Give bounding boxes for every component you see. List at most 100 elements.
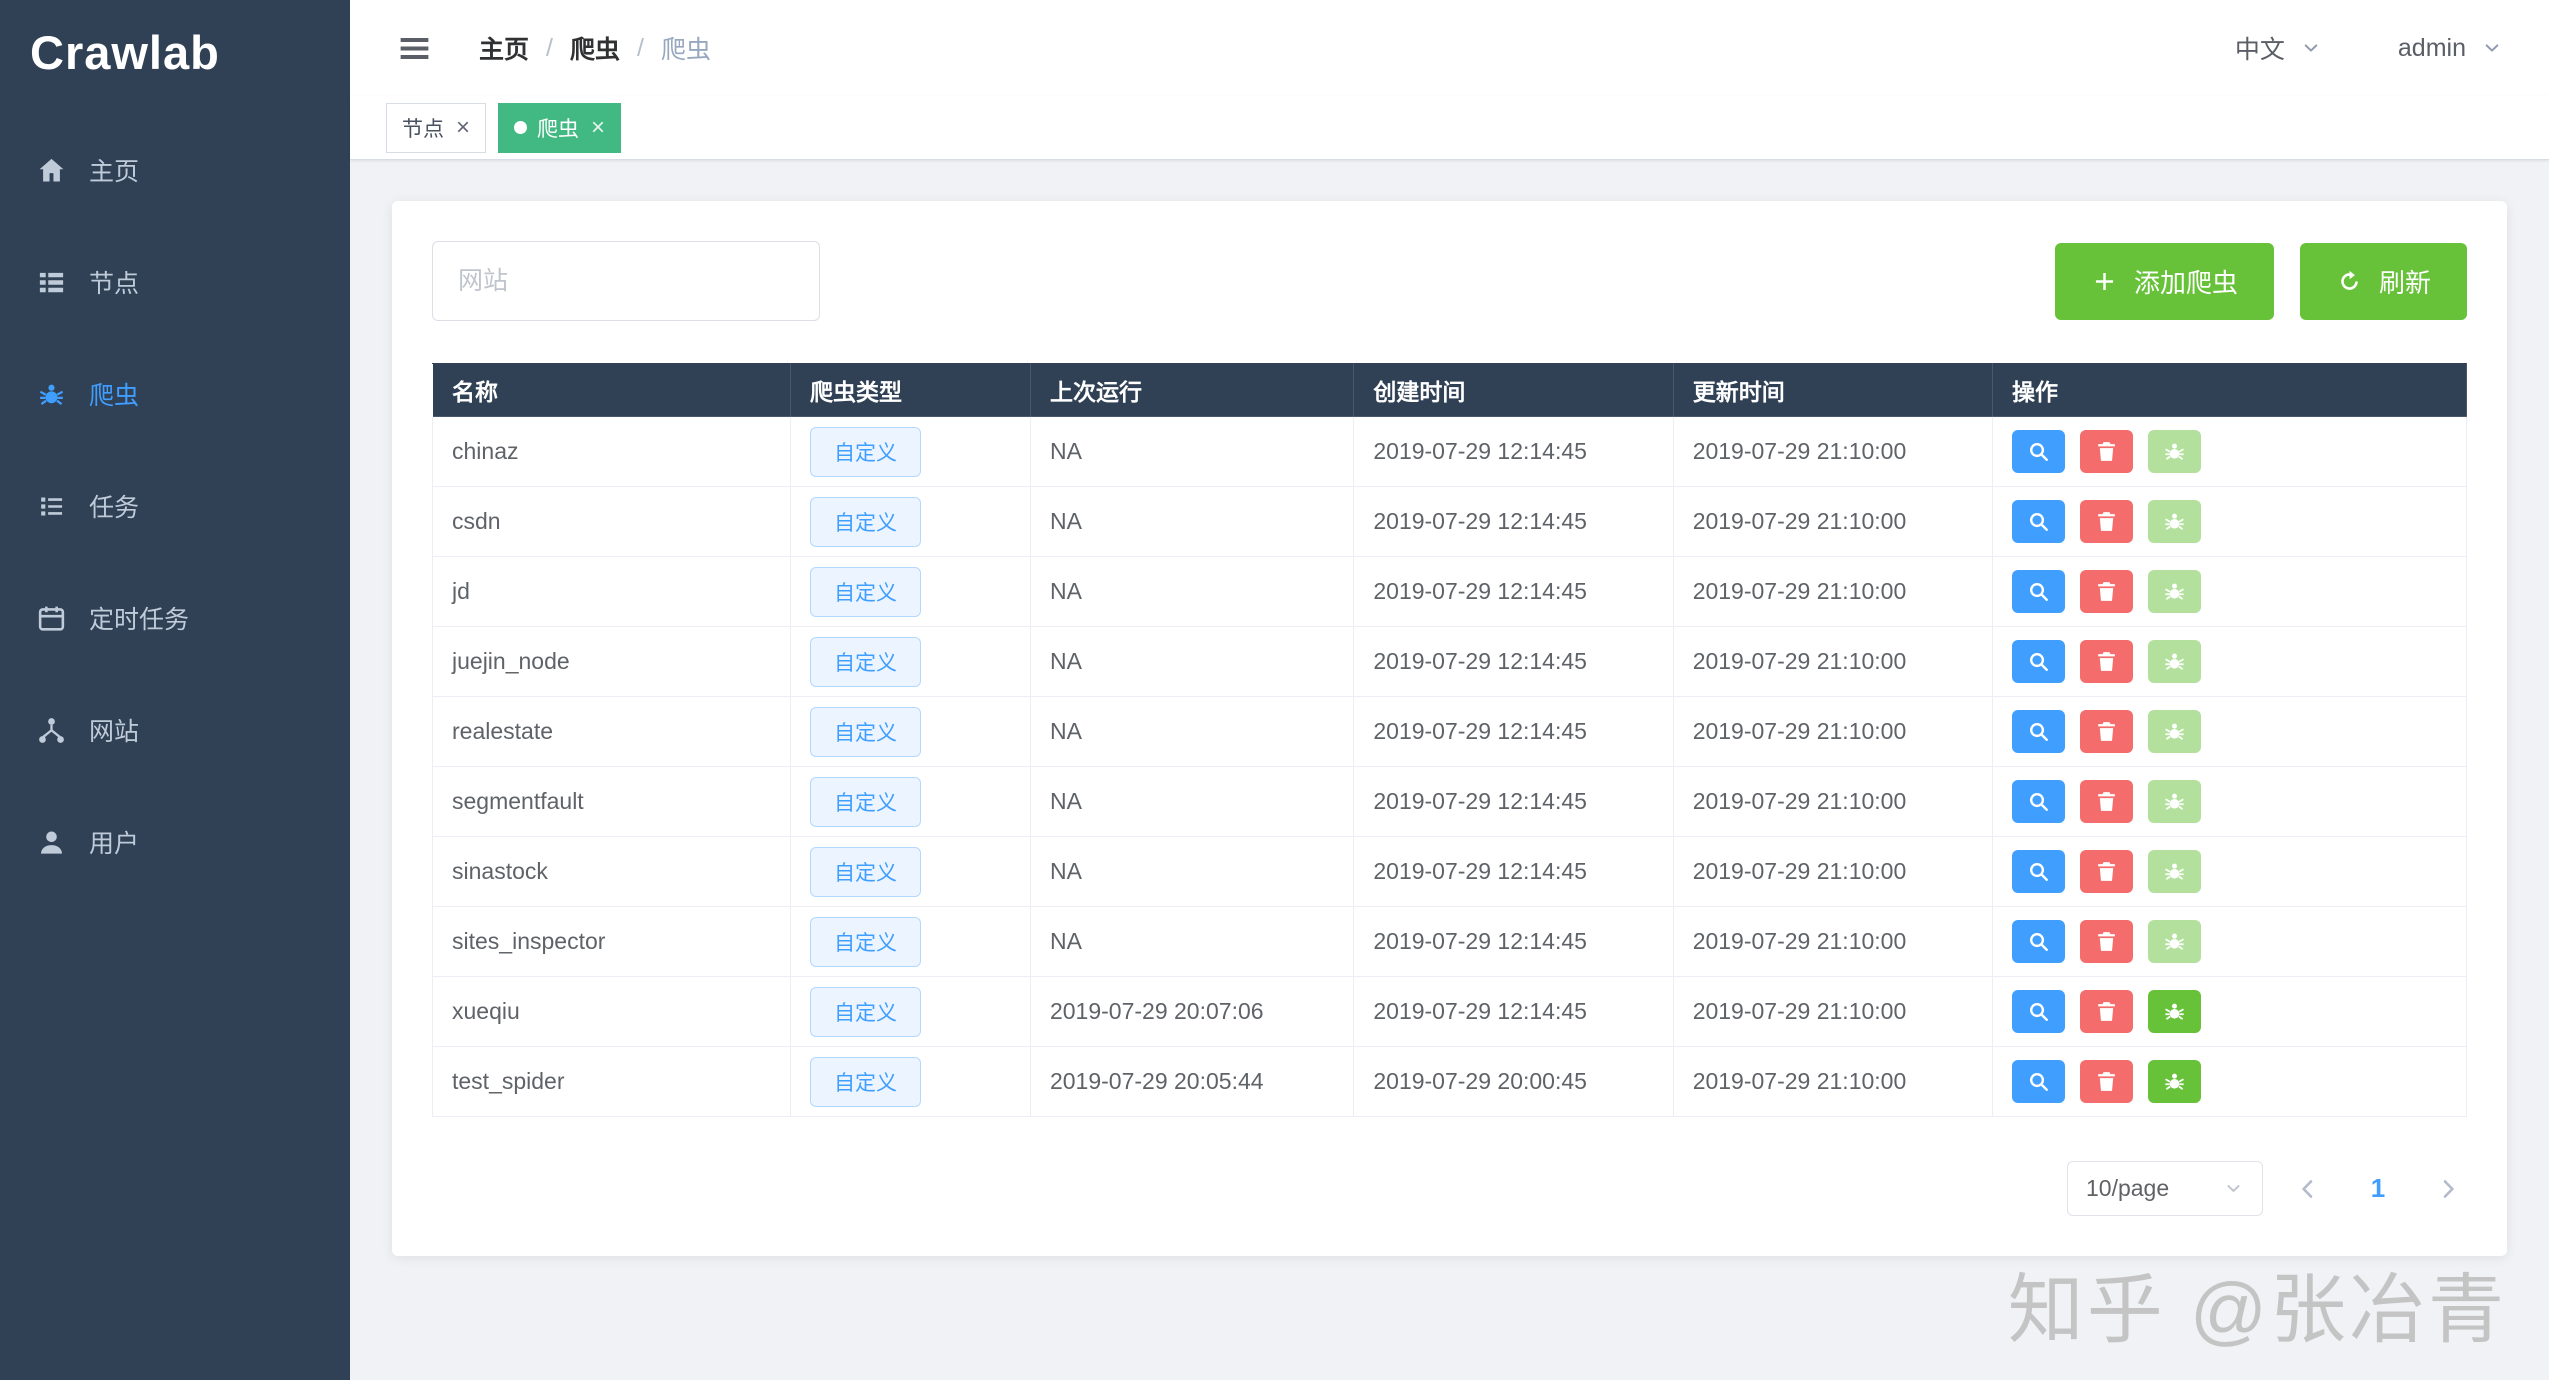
run-spider-button[interactable]	[2148, 990, 2201, 1033]
close-icon[interactable]: ×	[456, 116, 470, 140]
cell-spider-type: 自定义	[790, 627, 1030, 697]
sidebar-item-schedule[interactable]: 定时任务	[0, 562, 350, 674]
search-icon	[2026, 999, 2051, 1024]
sidebar-item-label: 网站	[89, 712, 139, 748]
cell-update-time: 2019-07-29 21:10:00	[1673, 627, 1992, 697]
cell-update-time: 2019-07-29 21:10:00	[1673, 417, 1992, 487]
sidebar-item-nodes[interactable]: 节点	[0, 226, 350, 338]
delete-spider-button[interactable]	[2080, 570, 2133, 613]
sidebar-item-home[interactable]: 主页	[0, 114, 350, 226]
tags-view-tab[interactable]: 爬虫 ×	[498, 103, 621, 153]
run-spider-button[interactable]	[2148, 850, 2201, 893]
cell-actions	[1993, 837, 2467, 907]
view-spider-button[interactable]	[2012, 640, 2065, 683]
cell-create-time: 2019-07-29 12:14:45	[1354, 417, 1673, 487]
prev-page-button[interactable]	[2289, 1170, 2327, 1208]
trash-icon	[2094, 579, 2119, 604]
tasks-icon	[36, 491, 67, 522]
trash-icon	[2094, 929, 2119, 954]
tags-view: 节点× 爬虫 ×	[350, 96, 2549, 160]
view-spider-button[interactable]	[2012, 850, 2065, 893]
cell-last-run: 2019-07-29 20:07:06	[1030, 977, 1353, 1047]
run-spider-button[interactable]	[2148, 920, 2201, 963]
spider-icon	[2162, 1069, 2187, 1094]
breadcrumb-item[interactable]: 爬虫	[570, 30, 620, 66]
cell-spider-name: realestate	[433, 697, 791, 767]
delete-spider-button[interactable]	[2080, 1060, 2133, 1103]
sidebar-item-spider[interactable]: 爬虫	[0, 338, 350, 450]
sidebar-item-tasks[interactable]: 任务	[0, 450, 350, 562]
top-header: 主页/爬虫/爬虫 中文 admin	[350, 0, 2549, 96]
run-spider-button[interactable]	[2148, 710, 2201, 753]
breadcrumb-item[interactable]: 主页	[479, 30, 529, 66]
user-menu[interactable]: admin	[2398, 34, 2503, 63]
spider-icon	[2162, 999, 2187, 1024]
table-row: sites_inspector自定义NA2019-07-29 12:14:452…	[433, 907, 2467, 977]
cell-create-time: 2019-07-29 12:14:45	[1354, 487, 1673, 557]
view-spider-button[interactable]	[2012, 1060, 2065, 1103]
view-spider-button[interactable]	[2012, 430, 2065, 473]
cell-update-time: 2019-07-29 21:10:00	[1673, 487, 1992, 557]
spider-type-badge: 自定义	[810, 427, 921, 477]
page-number[interactable]: 1	[2353, 1172, 2403, 1205]
table-row: csdn自定义NA2019-07-29 12:14:452019-07-29 2…	[433, 487, 2467, 557]
toolbar: 添加爬虫 刷新	[432, 241, 2467, 321]
add-spider-button[interactable]: 添加爬虫	[2055, 243, 2274, 320]
table-header-row: 名称爬虫类型上次运行创建时间更新时间操作	[433, 364, 2467, 417]
cell-update-time: 2019-07-29 21:10:00	[1673, 907, 1992, 977]
run-spider-button[interactable]	[2148, 640, 2201, 683]
sidebar-item-sites[interactable]: 网站	[0, 674, 350, 786]
spider-type-badge: 自定义	[810, 777, 921, 827]
delete-spider-button[interactable]	[2080, 500, 2133, 543]
view-spider-button[interactable]	[2012, 780, 2065, 823]
view-spider-button[interactable]	[2012, 570, 2065, 613]
delete-spider-button[interactable]	[2080, 850, 2133, 893]
breadcrumb-separator: /	[546, 34, 553, 63]
page-size-select[interactable]: 10/page	[2067, 1161, 2263, 1216]
refresh-button[interactable]: 刷新	[2300, 243, 2467, 320]
view-spider-button[interactable]	[2012, 990, 2065, 1033]
delete-spider-button[interactable]	[2080, 430, 2133, 473]
table-row: test_spider自定义2019-07-29 20:05:442019-07…	[433, 1047, 2467, 1117]
app-root: Crawlab 主页节点爬虫任务定时任务网站用户 主页/爬虫/爬虫 中文 adm…	[0, 0, 2549, 1380]
delete-spider-button[interactable]	[2080, 920, 2133, 963]
run-spider-button[interactable]	[2148, 780, 2201, 823]
run-spider-button[interactable]	[2148, 430, 2201, 473]
run-spider-button[interactable]	[2148, 570, 2201, 613]
column-header: 上次运行	[1030, 364, 1353, 417]
sidebar-item-user[interactable]: 用户	[0, 786, 350, 898]
tab-label: 爬虫	[537, 113, 579, 143]
cell-create-time: 2019-07-29 20:00:45	[1354, 1047, 1673, 1117]
delete-spider-button[interactable]	[2080, 640, 2133, 683]
search-icon	[2026, 719, 2051, 744]
delete-spider-button[interactable]	[2080, 990, 2133, 1033]
view-spider-button[interactable]	[2012, 710, 2065, 753]
view-spider-button[interactable]	[2012, 920, 2065, 963]
delete-spider-button[interactable]	[2080, 780, 2133, 823]
search-input[interactable]	[432, 241, 820, 321]
search-icon	[2026, 649, 2051, 674]
header-right: 中文 admin	[2235, 30, 2503, 66]
username-label: admin	[2398, 34, 2466, 63]
cell-create-time: 2019-07-29 12:14:45	[1354, 557, 1673, 627]
view-spider-button[interactable]	[2012, 500, 2065, 543]
breadcrumb: 主页/爬虫/爬虫	[479, 30, 711, 66]
cell-actions	[1993, 417, 2467, 487]
run-spider-button[interactable]	[2148, 1060, 2201, 1103]
close-icon[interactable]: ×	[591, 116, 605, 140]
delete-spider-button[interactable]	[2080, 710, 2133, 753]
run-spider-button[interactable]	[2148, 500, 2201, 543]
tags-view-tab[interactable]: 节点×	[386, 103, 486, 153]
table-row: xueqiu自定义2019-07-29 20:07:062019-07-29 1…	[433, 977, 2467, 1047]
hamburger-icon	[396, 30, 433, 67]
language-selector[interactable]: 中文	[2235, 30, 2322, 66]
cell-last-run: NA	[1030, 417, 1353, 487]
chevron-down-icon	[2481, 37, 2503, 59]
cell-spider-name: xueqiu	[433, 977, 791, 1047]
next-page-button[interactable]	[2429, 1170, 2467, 1208]
sidebar-toggle-button[interactable]	[396, 30, 433, 67]
schedule-icon	[36, 603, 67, 634]
cell-last-run: NA	[1030, 837, 1353, 907]
cell-create-time: 2019-07-29 12:14:45	[1354, 767, 1673, 837]
trash-icon	[2094, 649, 2119, 674]
